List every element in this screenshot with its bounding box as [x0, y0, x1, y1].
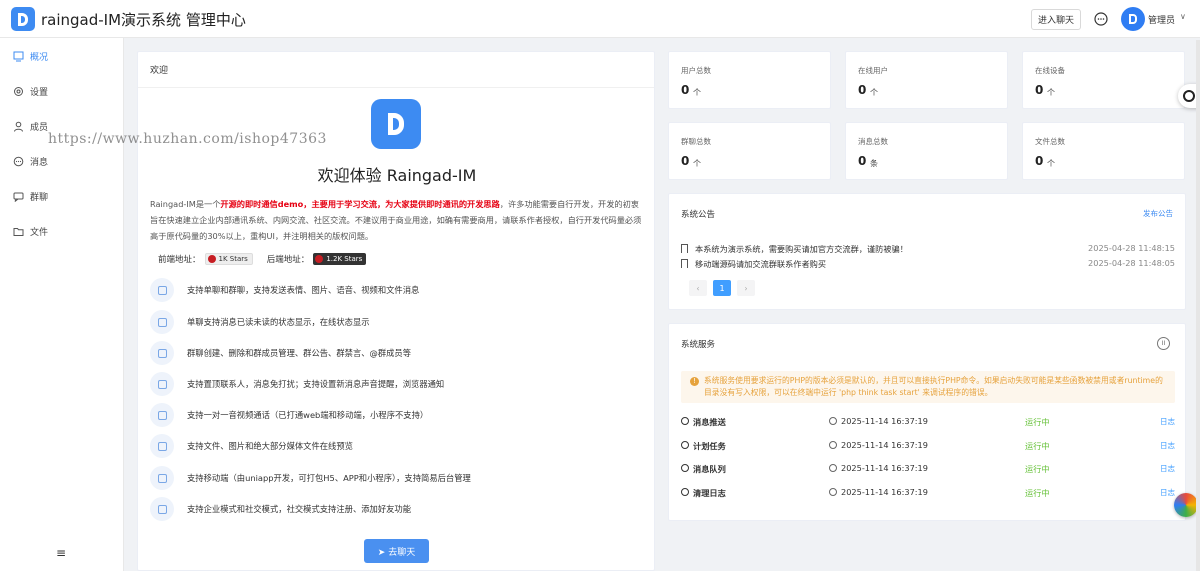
go-chat-button[interactable]: ➤ 去聊天: [364, 539, 429, 563]
sidebar-item-label: 消息: [30, 157, 49, 168]
log-link[interactable]: 日志: [1160, 487, 1175, 498]
table-row: 计划任务 2025-11-14 16:37:19 运行中 日志: [681, 440, 1175, 452]
stopwatch-icon: [681, 417, 689, 425]
group-icon: [13, 192, 24, 202]
publish-notice-link[interactable]: 发布公告: [1143, 208, 1173, 219]
pin-icon: [150, 372, 174, 396]
welcome-heading: 欢迎: [138, 52, 654, 88]
frontend-stars-badge[interactable]: 1K Stars: [204, 253, 253, 265]
stat-card-online-devices: 在线设备 0 个: [1022, 51, 1185, 109]
service-alert: ! 系统服务使用要求运行的PHP的版本必须是默认的，并且可以直接执行PHP命令。…: [681, 371, 1175, 403]
list-item: 支持文件、图片和绝大部分媒体文件在线预览: [150, 434, 644, 458]
log-link[interactable]: 日志: [1160, 440, 1175, 451]
stat-card-users: 用户总数 0 个: [668, 51, 831, 109]
cup-icon: [150, 497, 174, 521]
page-1-button[interactable]: 1: [713, 280, 731, 296]
notice-card: 系统公告 发布公告 本系统为演示系统，需要购买请加官方交流群，谨防被骗！ 202…: [668, 193, 1186, 310]
bookmark-icon: [681, 259, 688, 268]
sidebar: 概况 设置 成员 消息 群聊 文件 ≡: [0, 38, 124, 571]
list-item: 单聊支持消息已读未读的状态显示，在线状态显示: [150, 310, 644, 334]
service-title: 系统服务: [681, 340, 716, 350]
message-icon[interactable]: [1094, 12, 1108, 26]
list-item[interactable]: 移动端源码请加交流群联系作者购买 2025-04-28 11:48:05: [681, 258, 1175, 270]
app-logo[interactable]: [11, 7, 35, 31]
list-item: 群聊创建、删除和群成员管理、群公告、群禁言、@群成员等: [150, 341, 644, 365]
table-row: 消息推送 2025-11-14 16:37:19 运行中 日志: [681, 416, 1175, 428]
sidebar-item-label: 设置: [30, 87, 49, 98]
sidebar-item-messages[interactable]: 消息: [0, 151, 124, 171]
list-item[interactable]: 本系统为演示系统，需要购买请加官方交流群，谨防被骗！ 2025-04-28 11…: [681, 243, 1175, 255]
list-item: 支持移动端（由uniapp开发，可打包H5、APP和小程序），支持简易后台管理: [150, 466, 644, 490]
read-status-icon: [150, 310, 174, 334]
chevron-down-icon[interactable]: ∨: [1180, 12, 1186, 21]
user-icon: [14, 121, 23, 132]
stat-card-messages: 消息总数 0 条: [845, 122, 1008, 180]
bookmark-icon: [681, 244, 688, 253]
collapse-menu-icon[interactable]: ≡: [56, 547, 68, 559]
message-icon: [13, 156, 24, 166]
stat-card-files: 文件总数 0 个: [1022, 122, 1185, 180]
stat-card-online-users: 在线用户 0 个: [845, 51, 1008, 109]
enter-chat-button[interactable]: 进入聊天: [1031, 9, 1081, 30]
chat-icon: [150, 278, 174, 302]
log-link[interactable]: 日志: [1160, 463, 1175, 474]
gitee-icon: [315, 255, 324, 263]
gitee-icon: [207, 255, 216, 263]
sidebar-item-label: 群聊: [30, 192, 49, 203]
service-card: 系统服务 II ! 系统服务使用要求运行的PHP的版本必须是默认的，并且可以直接…: [668, 323, 1186, 521]
repo-links: 前端地址： 1K Stars 后端地址： 1.2K Stars: [158, 252, 367, 266]
table-row: 消息队列 2025-11-14 16:37:19 运行中 日志: [681, 463, 1175, 475]
pause-icon[interactable]: II: [1157, 337, 1170, 350]
user-name[interactable]: 管理员: [1148, 13, 1175, 26]
backend-stars-badge[interactable]: 1.2K Stars: [313, 253, 367, 265]
list-item: 支持单聊和群聊，支持发送表情、图片、语音、视频和文件消息: [150, 278, 644, 302]
stopwatch-icon: [681, 464, 689, 472]
stopwatch-icon: [681, 441, 689, 449]
mobile-icon: [150, 466, 174, 490]
notice-title: 系统公告: [681, 210, 716, 220]
user-icon: [150, 341, 174, 365]
frontend-label: 前端地址：: [158, 255, 201, 265]
alarm-clock-icon: [829, 417, 837, 425]
list-item: 支持置顶联系人，消息免打扰；支持设置新消息声音提醒，浏览器通知: [150, 372, 644, 396]
sidebar-item-groups[interactable]: 群聊: [0, 186, 124, 206]
floating-assistant-icon[interactable]: [1174, 493, 1198, 517]
sidebar-item-settings[interactable]: 设置: [0, 81, 124, 101]
top-header: raingad-IM演示系统 管理中心 进入聊天 管理员 ∨: [0, 0, 1200, 38]
list-item: 支持企业模式和社交模式，社交模式支持注册、添加好友功能: [150, 497, 644, 521]
file-icon: [150, 434, 174, 458]
raingad-logo: [371, 99, 421, 149]
scrollbar[interactable]: [1196, 40, 1200, 571]
log-link[interactable]: 日志: [1160, 416, 1175, 427]
sidebar-item-overview[interactable]: 概况: [0, 46, 124, 66]
backend-label: 后端地址：: [266, 255, 310, 265]
intro-text: Raingad-IM是一个开源的即时通信demo，主要用于学习交流，为大家提供即…: [150, 199, 642, 241]
folder-icon: [13, 227, 24, 236]
sidebar-item-label: 概况: [30, 52, 49, 63]
stopwatch-icon: [681, 488, 689, 496]
dashboard-icon: [13, 51, 24, 61]
stat-card-groups: 群聊总数 0 个: [668, 122, 831, 180]
welcome-card: 欢迎 欢迎体验 Raingad-IM Raingad-IM是一个开源的即时通信d…: [137, 51, 655, 571]
prev-page-button[interactable]: ‹: [689, 280, 707, 296]
list-item: 支持一对一音视频通话（已打通web端和移动端，小程序不支持）: [150, 403, 644, 427]
sidebar-item-label: 文件: [30, 227, 49, 238]
gear-icon: [14, 86, 23, 96]
sidebar-item-label: 成员: [30, 122, 49, 133]
warning-icon: !: [690, 377, 699, 386]
video-icon: [150, 403, 174, 427]
alarm-clock-icon: [829, 464, 837, 472]
welcome-title: 欢迎体验 Raingad-IM: [317, 166, 477, 185]
next-page-button[interactable]: ›: [737, 280, 755, 296]
avatar[interactable]: [1121, 7, 1145, 31]
sidebar-item-files[interactable]: 文件: [0, 221, 124, 241]
table-row: 清理日志 2025-11-14 16:37:19 运行中 日志: [681, 487, 1175, 499]
alarm-clock-icon: [829, 488, 837, 496]
watermark-text: https://www.huzhan.com/ishop47363: [48, 131, 327, 147]
app-title: raingad-IM演示系统 管理中心: [41, 11, 246, 29]
alarm-clock-icon: [829, 441, 837, 449]
